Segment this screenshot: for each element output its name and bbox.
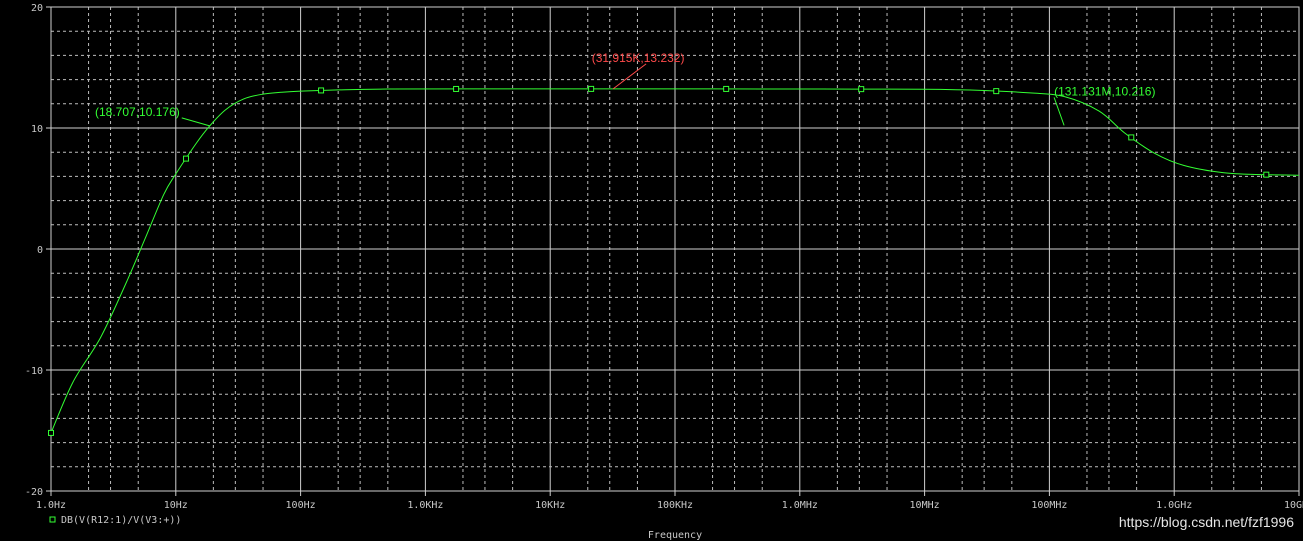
annotation-label: (31.915K,13.232)	[592, 51, 685, 65]
series-marker	[318, 87, 325, 94]
x-tick-label: 1.0Hz	[36, 500, 66, 511]
series-marker	[1128, 134, 1135, 141]
x-tick-label: 1.0MHz	[782, 500, 818, 511]
x-tick-label: 100MHz	[1031, 500, 1067, 511]
series-marker	[723, 85, 730, 92]
annotation-label: (131.131M,10.216)	[1054, 84, 1155, 98]
y-tick-label: 20	[31, 3, 43, 14]
y-tick-label: -20	[25, 487, 43, 498]
x-tick-label: 100Hz	[286, 500, 316, 511]
x-axis-label: Frequency	[648, 530, 702, 541]
series-marker	[183, 155, 190, 162]
legend-label: DB(V(R12:1)/V(V3:+))	[61, 515, 181, 526]
x-tick-label: 1.0GHz	[1156, 500, 1192, 511]
x-tick-label: 10GHz	[1284, 500, 1303, 511]
series-marker	[588, 85, 595, 92]
x-tick-label: 10Hz	[164, 500, 188, 511]
series-marker	[858, 86, 865, 93]
x-tick-label: 10KHz	[535, 500, 565, 511]
annotation-label: (18.707,10.176)	[95, 105, 180, 119]
series-marker	[48, 429, 54, 436]
y-tick-label: 10	[31, 124, 43, 135]
series-marker	[993, 88, 1000, 95]
bode-plot: 20 10 0 -10 -20 1.0Hz 10Hz 100Hz 1.0KHz 10KHz 100…	[0, 0, 1303, 541]
y-tick-label: 0	[37, 245, 43, 256]
series-marker	[453, 85, 460, 92]
series-marker	[1263, 171, 1270, 178]
x-tick-label: 10MHz	[910, 500, 940, 511]
x-tick-label: 1.0KHz	[407, 500, 443, 511]
y-tick-label: -10	[25, 366, 43, 377]
watermark: https://blog.csdn.net/fzf1996	[1119, 514, 1294, 530]
x-tick-label: 100KHz	[657, 500, 693, 511]
plot-background	[0, 0, 1303, 541]
